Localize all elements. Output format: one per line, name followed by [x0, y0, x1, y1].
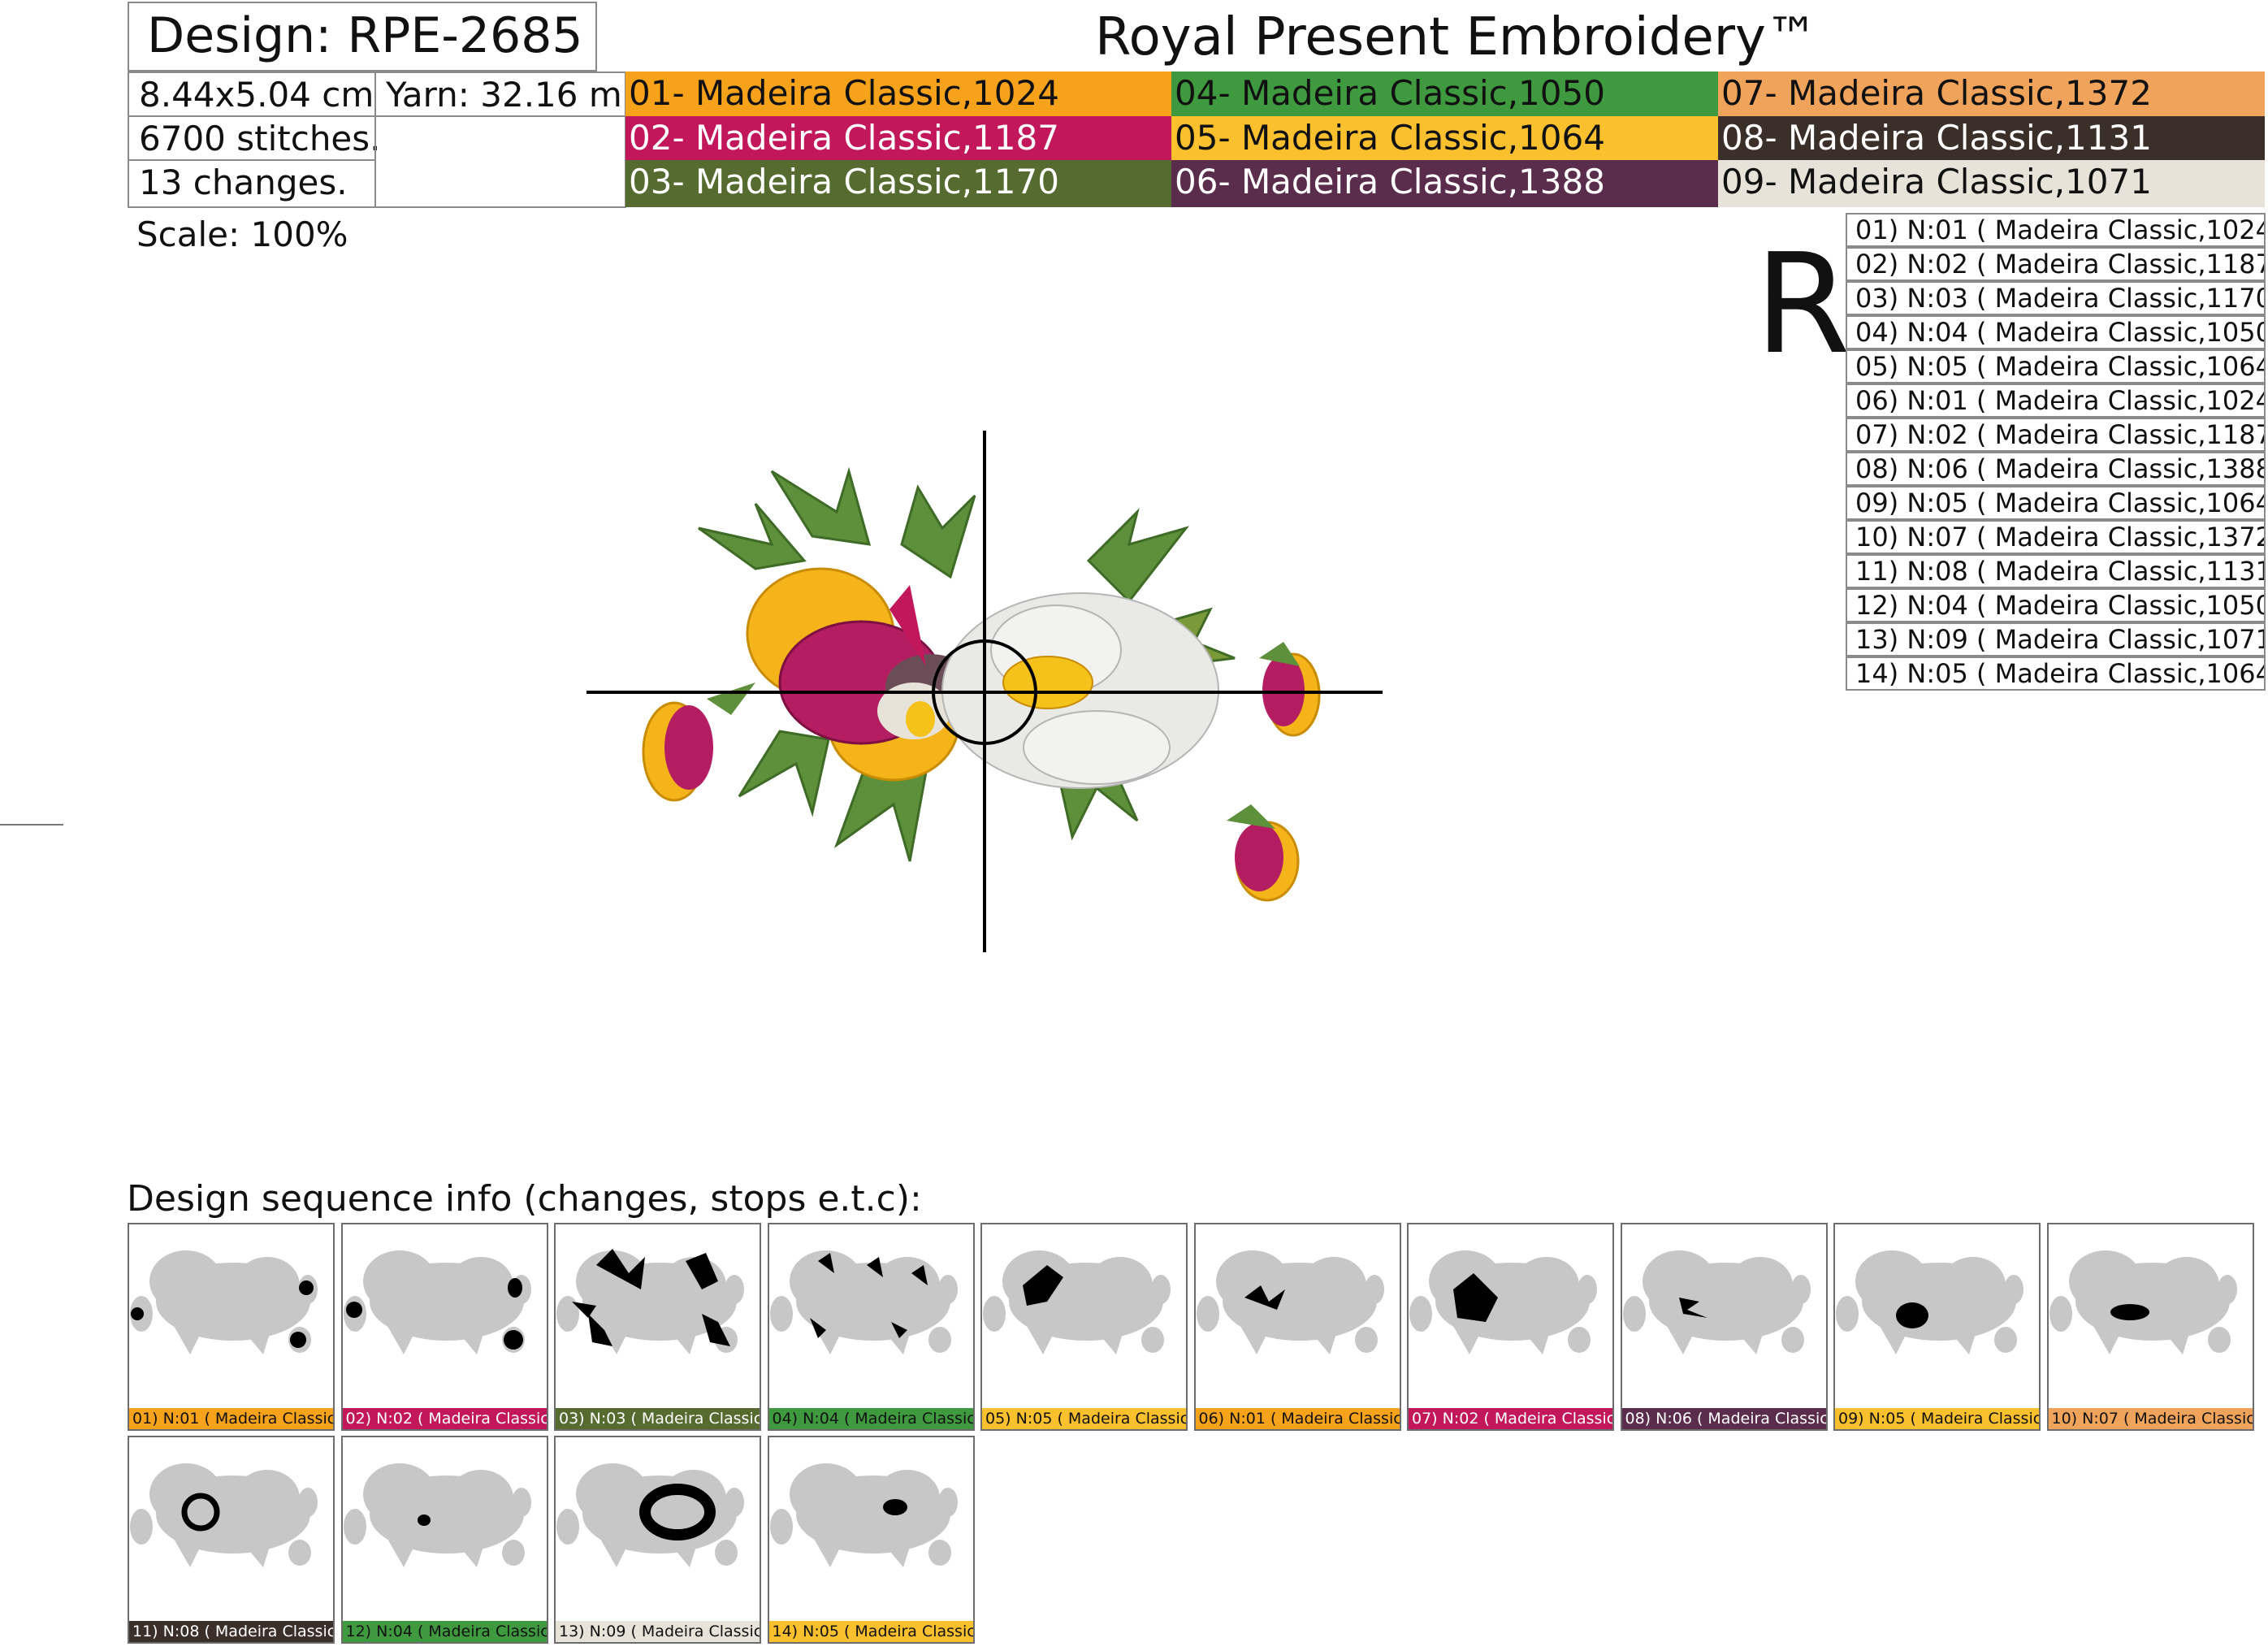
sequence-item: 11) N:08 ( Madeira Classic,1131): [1846, 554, 2266, 588]
sequence-thumbnail: 06) N:01 ( Madeira Classic,: [1193, 1223, 1401, 1431]
color-swatch: 06- Madeira Classic,1388: [1171, 160, 1718, 207]
sequence-item: 01) N:01 ( Madeira Classic,1024): [1846, 213, 2266, 247]
sequence-thumbnail: 02) N:02 ( Madeira Classic,: [340, 1223, 548, 1431]
sequence-item: 06) N:01 ( Madeira Classic,1024): [1846, 384, 2266, 418]
thumbnail-preview-image: [343, 1463, 531, 1567]
brand-title: Royal Present Embroidery™: [1095, 7, 1818, 67]
color-change-count: 13 changes.: [128, 159, 376, 208]
sequence-item: 09) N:05 ( Madeira Classic,1064): [1846, 486, 2266, 520]
thumbnail-preview-image: [556, 1463, 744, 1567]
sequence-item: 05) N:05 ( Madeira Classic,1064): [1846, 349, 2266, 384]
sequence-item: 04) N:04 ( Madeira Classic,1050): [1846, 315, 2266, 349]
thumbnail-preview-image: [769, 1250, 958, 1354]
sequence-thumbnail: 01) N:01 ( Madeira Classic,1: [128, 1223, 335, 1431]
thumbnail-label: 04) N:04 ( Madeira Classic: [768, 1408, 973, 1429]
thumbnail-preview-image: [556, 1249, 744, 1354]
thumbnail-preview-image: [1409, 1250, 1597, 1354]
sequence-item: 12) N:04 ( Madeira Classic,1050): [1846, 588, 2266, 622]
sequence-thumbnail: 05) N:05 ( Madeira Classic: [980, 1223, 1188, 1431]
embroidery-preview: [569, 422, 1397, 959]
color-swatch: 08- Madeira Classic,1131: [1718, 116, 2265, 161]
rotation-marker: R: [1755, 224, 1851, 385]
thumbnail-preview-image: [130, 1463, 318, 1567]
sequence-item: 14) N:05 ( Madeira Classic,1064): [1846, 656, 2266, 691]
color-swatch: 01- Madeira Classic,1024: [625, 72, 1171, 116]
sequence-thumbnail: 13) N:09 ( Madeira Classic,: [554, 1436, 761, 1644]
sequence-thumbnail: 09) N:05 ( Madeira Classic: [1833, 1223, 2041, 1431]
sequence-item: 10) N:07 ( Madeira Classic,1372): [1846, 520, 2266, 554]
thumbnail-preview-image: [983, 1250, 1171, 1354]
thumbnail-preview-image: [1622, 1250, 1811, 1354]
sequence-item: 08) N:06 ( Madeira Classic,1388): [1846, 452, 2266, 486]
thumbnail-label: 05) N:05 ( Madeira Classic: [982, 1408, 1186, 1429]
sequence-item: 03) N:03 ( Madeira Classic,1170): [1846, 281, 2266, 315]
color-swatch: 09- Madeira Classic,1071: [1718, 160, 2265, 207]
color-swatch: 07- Madeira Classic,1372: [1718, 72, 2265, 116]
color-swatch: 03- Madeira Classic,1170: [625, 160, 1171, 207]
sequence-thumbnail: 14) N:05 ( Madeira Classic,: [767, 1436, 975, 1644]
scale-label: Scale: 100%: [136, 214, 348, 254]
thumbnail-label: 03) N:03 ( Madeira Classic: [556, 1408, 760, 1429]
thumbnail-label: 01) N:01 ( Madeira Classic,1: [129, 1408, 333, 1429]
side-tick: [0, 824, 63, 826]
thumbnail-preview-image: [1836, 1250, 2023, 1354]
stitch-count: 6700 stitches.: [128, 115, 381, 161]
thumbnail-label: 06) N:01 ( Madeira Classic,: [1195, 1408, 1400, 1429]
sequence-item: 07) N:02 ( Madeira Classic,1187): [1846, 418, 2266, 452]
thumbnail-label: 02) N:02 ( Madeira Classic,: [342, 1408, 547, 1429]
sequence-item: 02) N:02 ( Madeira Classic,1187): [1846, 247, 2266, 281]
thumbnail-preview-image: [2049, 1250, 2237, 1354]
sequence-thumbnail: 10) N:07 ( Madeira Classic,: [2046, 1223, 2254, 1431]
thumbnail-label: 12) N:04 ( Madeira Classic,: [342, 1621, 547, 1642]
thumbnail-label: 10) N:07 ( Madeira Classic,: [2048, 1408, 2253, 1429]
thumbnail-label: 08) N:06 ( Madeira Classic: [1621, 1408, 1826, 1429]
sequence-thumbnail: 03) N:03 ( Madeira Classic: [554, 1223, 761, 1431]
sequence-thumbnail: 07) N:02 ( Madeira Classic: [1407, 1223, 1614, 1431]
sequence-item: 13) N:09 ( Madeira Classic,1071): [1846, 622, 2266, 656]
thumbnail-preview-image: [130, 1250, 318, 1354]
thumbnail-label: 14) N:05 ( Madeira Classic,: [768, 1621, 973, 1642]
color-swatch: 05- Madeira Classic,1064: [1171, 116, 1718, 161]
thumbnail-label: 07) N:02 ( Madeira Classic: [1409, 1408, 1612, 1429]
thumbnail-preview-image: [343, 1250, 531, 1354]
thumbnail-label: 09) N:05 ( Madeira Classic: [1835, 1408, 2039, 1429]
embroidery-artwork: [586, 431, 1383, 952]
sequence-thumbnail: 11) N:08 ( Madeira Classic,1: [128, 1436, 335, 1644]
color-swatch: 02- Madeira Classic,1187: [625, 116, 1171, 161]
design-size: 8.44x5.04 cm: [128, 72, 376, 117]
empty-info-cell: [374, 115, 626, 208]
sequence-thumbnail: 04) N:04 ( Madeira Classic: [767, 1223, 975, 1431]
thumbnail-preview-image: [769, 1463, 958, 1567]
sequence-info-title: Design sequence info (changes, stops e.t…: [127, 1178, 922, 1220]
yarn-length: Yarn: 32.16 m: [374, 72, 626, 117]
color-swatch: 04- Madeira Classic,1050: [1171, 72, 1718, 116]
design-title: Design: RPE-2685: [128, 2, 597, 72]
thumbnail-label: 13) N:09 ( Madeira Classic,: [556, 1621, 760, 1642]
sequence-thumbnail: 12) N:04 ( Madeira Classic,: [340, 1436, 548, 1644]
thumbnail-label: 11) N:08 ( Madeira Classic,1: [129, 1621, 333, 1642]
thumbnail-preview-image: [1196, 1250, 1384, 1354]
sequence-thumbnail: 08) N:06 ( Madeira Classic: [1620, 1223, 1828, 1431]
